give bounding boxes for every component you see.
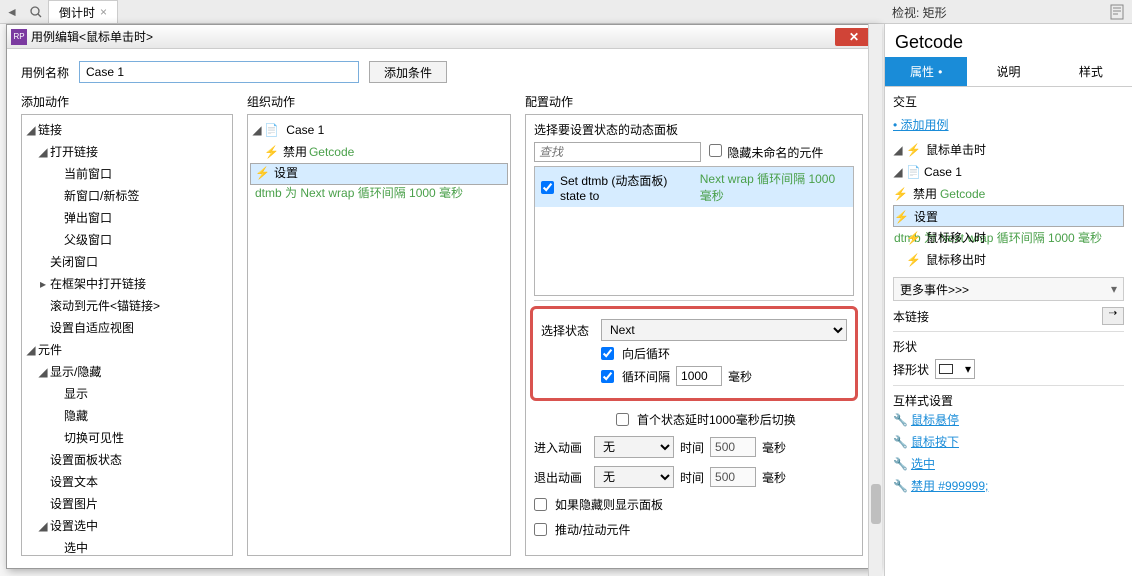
tree-sel-on[interactable]: 选中 xyxy=(24,537,230,556)
highlight-box: 选择状态 Next 向后循环 循环间隔 毫秒 xyxy=(530,306,858,401)
cfg-search-input[interactable] xyxy=(534,142,701,162)
first-delay-checkbox[interactable] xyxy=(616,413,629,426)
tree-set-img[interactable]: 设置图片 xyxy=(24,493,230,515)
tree-cur-win[interactable]: 当前窗口 xyxy=(24,163,230,185)
tree-link[interactable]: ◢链接 xyxy=(24,119,230,141)
more-events-dropdown[interactable]: 更多事件>>>▾ xyxy=(893,277,1124,301)
add-case-link[interactable]: • 添加用例 xyxy=(893,118,949,132)
goto-button[interactable]: ⇢ xyxy=(1102,307,1124,325)
evt-mouseout[interactable]: ⚡鼠标移出时 xyxy=(893,249,1124,271)
anim-in-label: 进入动画 xyxy=(534,439,588,456)
hover-style-link[interactable]: 鼠标悬停 xyxy=(911,411,959,429)
wrap-label: 向后循环 xyxy=(622,345,670,362)
org-disable[interactable]: ⚡禁用 Getcode xyxy=(250,141,508,163)
select-state-label: 选择状态 xyxy=(541,322,595,339)
tab-properties[interactable]: 属性• xyxy=(885,57,967,86)
tree-show-hide[interactable]: ◢显示/隐藏 xyxy=(24,361,230,383)
selected-style-link[interactable]: 选中 xyxy=(911,455,935,473)
inspector-header: 检视: 矩形 xyxy=(884,0,1132,24)
cfg-panel-list[interactable]: Set dtmb (动态面板) state to Next wrap 循环间隔 … xyxy=(534,166,854,296)
nav-back-icon[interactable]: ◄ xyxy=(0,0,24,24)
tree-set-sel[interactable]: ◢设置选中 xyxy=(24,515,230,537)
col2-header: 组织动作 xyxy=(247,93,511,110)
evt-set[interactable]: ⚡设置 dtmb 为 Next wrap 循环间隔 1000 毫秒 xyxy=(893,205,1124,227)
intstyle-label: 互样式设置 xyxy=(893,392,1124,409)
cfg-panel-item[interactable]: Set dtmb (动态面板) state to Next wrap 循环间隔 … xyxy=(535,167,853,207)
tree-adaptive[interactable]: 设置自适应视图 xyxy=(24,317,230,339)
tree-scroll-anchor[interactable]: 滚动到元件<锚链接> xyxy=(24,295,230,317)
case-editor-dialog: RP 用例编辑<鼠标单击时> ✕ 用例名称 添加条件 添加动作 ◢链接 ◢打开链… xyxy=(6,24,878,569)
tree-show[interactable]: 显示 xyxy=(24,383,230,405)
tree-new-win[interactable]: 新窗口/新标签 xyxy=(24,185,230,207)
evt-onclick[interactable]: ◢⚡鼠标单击时 xyxy=(893,139,1124,161)
press-style-link[interactable]: 鼠标按下 xyxy=(911,433,959,451)
anim-in-select[interactable]: 无 xyxy=(594,436,674,458)
inspector-label: 检视: 矩形 xyxy=(892,4,947,21)
tree-panel-state[interactable]: 设置面板状态 xyxy=(24,449,230,471)
tree-toggle[interactable]: 切换可见性 xyxy=(24,427,230,449)
wrap-checkbox[interactable] xyxy=(601,347,614,360)
col1-header: 添加动作 xyxy=(21,93,233,110)
select-state-dropdown[interactable]: Next xyxy=(601,319,847,341)
scrollbar-thumb[interactable] xyxy=(871,484,881,524)
tree-close-win[interactable]: 关闭窗口 xyxy=(24,251,230,273)
show-if-hidden-label: 如果隐藏则显示面板 xyxy=(555,496,663,513)
document-tab[interactable]: 倒计时 × xyxy=(48,0,118,23)
close-icon[interactable]: × xyxy=(100,5,107,19)
shape-section: 形状 xyxy=(893,338,1124,355)
case-name-input[interactable] xyxy=(79,61,359,83)
cfg-hide-unnamed[interactable]: 隐藏未命名的元件 xyxy=(709,144,823,161)
cfg-item-check[interactable] xyxy=(541,181,554,194)
pick-shape-label: 择形状 xyxy=(893,361,929,378)
tree-popup[interactable]: 弹出窗口 xyxy=(24,207,230,229)
dialog-title: 用例编辑<鼠标单击时> xyxy=(31,28,153,45)
show-if-hidden-checkbox[interactable] xyxy=(534,498,547,511)
widget-name: Getcode xyxy=(885,24,1132,57)
loop-interval-input[interactable] xyxy=(676,366,722,386)
cfg-pick-label: 选择要设置状态的动态面板 xyxy=(534,121,854,138)
tab-title: 倒计时 xyxy=(59,4,95,21)
org-case[interactable]: ◢📄 Case 1 xyxy=(250,119,508,141)
org-set-state[interactable]: ⚡设置 dtmb 为 Next wrap 循环间隔 1000 毫秒 xyxy=(250,163,508,185)
tree-open-link[interactable]: ◢打开链接 xyxy=(24,141,230,163)
note-icon[interactable] xyxy=(1110,4,1124,20)
loop-checkbox[interactable] xyxy=(601,370,614,383)
tree-frame-open[interactable]: ▸在框架中打开链接 xyxy=(24,273,230,295)
case-name-label: 用例名称 xyxy=(21,64,69,81)
evt-disable[interactable]: ⚡禁用 Getcode xyxy=(893,183,1124,205)
interact-header: 交互 xyxy=(893,93,1124,110)
evt-case[interactable]: ◢📄Case 1 xyxy=(893,161,1124,183)
tab-notes[interactable]: 说明 xyxy=(967,57,1049,86)
tab-style[interactable]: 样式 xyxy=(1050,57,1132,86)
search-icon[interactable] xyxy=(24,0,48,24)
text-link-label: 本链接 xyxy=(893,308,929,325)
tree-set-text[interactable]: 设置文本 xyxy=(24,471,230,493)
loop-label: 循环间隔 xyxy=(622,368,670,385)
tree-hide[interactable]: 隐藏 xyxy=(24,405,230,427)
vertical-scrollbar[interactable] xyxy=(868,24,882,576)
add-condition-button[interactable]: 添加条件 xyxy=(369,61,447,83)
disabled-style-link[interactable]: 禁用 #999999; xyxy=(911,477,988,495)
app-logo-icon: RP xyxy=(11,29,27,45)
tree-parent[interactable]: 父级窗口 xyxy=(24,229,230,251)
shape-dropdown[interactable]: ▾ xyxy=(935,359,975,379)
anim-out-time[interactable] xyxy=(710,467,756,487)
push-pull-checkbox[interactable] xyxy=(534,523,547,536)
anim-out-select[interactable]: 无 xyxy=(594,466,674,488)
col3-header: 配置动作 xyxy=(525,93,863,110)
anim-out-label: 退出动画 xyxy=(534,469,588,486)
inspector-pane: Getcode 属性• 说明 样式 交互 • 添加用例 ◢⚡鼠标单击时 ◢📄Ca… xyxy=(884,24,1132,576)
push-pull-label: 推动/拉动元件 xyxy=(555,521,630,538)
anim-in-time[interactable] xyxy=(710,437,756,457)
tree-widget[interactable]: ◢元件 xyxy=(24,339,230,361)
first-delay-label: 首个状态延时1000毫秒后切换 xyxy=(637,411,796,428)
ms-label: 毫秒 xyxy=(728,368,752,385)
dialog-titlebar: RP 用例编辑<鼠标单击时> ✕ xyxy=(7,25,877,49)
time-label: 时间 xyxy=(680,439,704,456)
